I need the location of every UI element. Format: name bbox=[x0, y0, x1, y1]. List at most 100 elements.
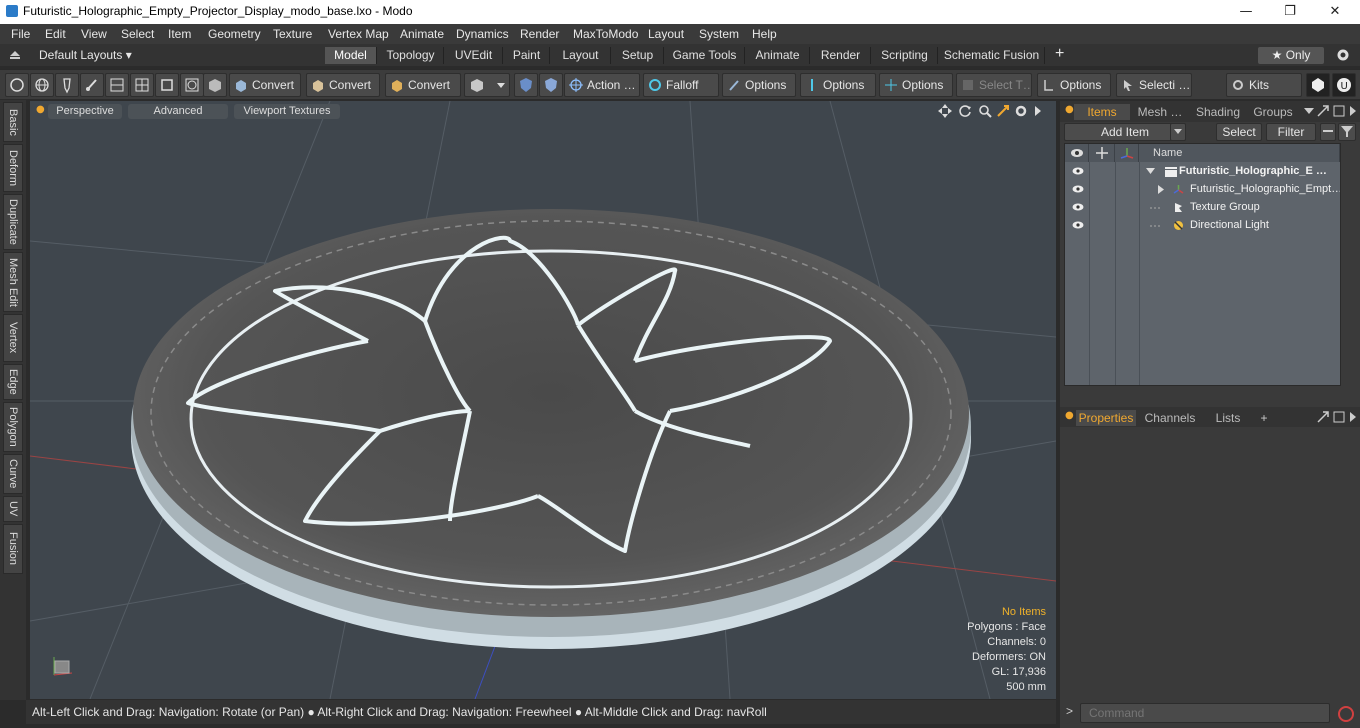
tab-schematic-fusion[interactable]: Schematic Fusion bbox=[939, 47, 1045, 64]
panel-menu-icon[interactable] bbox=[1303, 105, 1315, 117]
menu-render[interactable]: Render bbox=[520, 27, 559, 41]
shield-icon[interactable] bbox=[514, 73, 538, 97]
viewport-settings-gear-icon[interactable] bbox=[1014, 104, 1028, 118]
layout-expand-icon[interactable] bbox=[9, 50, 21, 60]
tab-groups[interactable]: Groups bbox=[1248, 104, 1298, 120]
add-tab-button[interactable]: + bbox=[1258, 410, 1270, 426]
add-layout-tab-button[interactable]: + bbox=[1055, 45, 1064, 63]
tab-mesh[interactable]: Mesh … bbox=[1132, 104, 1188, 120]
menu-item[interactable]: Item bbox=[168, 27, 191, 41]
tab-game-tools[interactable]: Game Tools bbox=[665, 47, 745, 64]
tab-uvedit[interactable]: UVEdit bbox=[445, 47, 503, 64]
unity-icon[interactable] bbox=[1306, 73, 1330, 97]
tab-items[interactable]: Items bbox=[1074, 104, 1130, 120]
tab-basic[interactable]: Basic bbox=[3, 102, 23, 142]
convert-button-3[interactable]: Convert bbox=[385, 73, 461, 97]
menu-select[interactable]: Select bbox=[121, 27, 154, 41]
tab-channels[interactable]: Channels bbox=[1140, 410, 1200, 426]
close-button[interactable]: ✕ bbox=[1313, 2, 1357, 22]
menu-layout[interactable]: Layout bbox=[648, 27, 684, 41]
maximize-panel-icon[interactable] bbox=[1316, 410, 1330, 424]
item-row-texture-group[interactable]: Texture Group bbox=[1065, 198, 1340, 216]
menu-dynamics[interactable]: Dynamics bbox=[456, 27, 509, 41]
panel-expand-icon[interactable] bbox=[1348, 411, 1358, 423]
filter-button[interactable]: Filter bbox=[1266, 123, 1316, 141]
menu-view[interactable]: View bbox=[81, 27, 107, 41]
name-column-header[interactable]: Name bbox=[1139, 144, 1340, 162]
maximize-button[interactable]: ❐ bbox=[1268, 2, 1312, 22]
options-button-4[interactable]: Options bbox=[1037, 73, 1111, 97]
eye-icon[interactable] bbox=[1072, 166, 1084, 176]
menu-system[interactable]: System bbox=[699, 27, 739, 41]
viewport-textures-tab[interactable]: Viewport Textures bbox=[234, 104, 340, 119]
viewport-expand-icon[interactable] bbox=[1033, 105, 1043, 117]
tab-model[interactable]: Model bbox=[325, 47, 377, 64]
expand-triangle-icon[interactable] bbox=[1156, 184, 1167, 195]
menu-geometry[interactable]: Geometry bbox=[208, 27, 261, 41]
default-layouts-dropdown[interactable]: Default Layouts ▾ bbox=[39, 48, 132, 62]
shield-icon-2[interactable] bbox=[539, 73, 563, 97]
perspective-tab[interactable]: Perspective bbox=[48, 104, 122, 119]
tab-lists[interactable]: Lists bbox=[1204, 410, 1252, 426]
options-button-1[interactable]: Options bbox=[722, 73, 796, 97]
lock-column-header[interactable] bbox=[1089, 144, 1115, 162]
circle-select-button[interactable] bbox=[5, 73, 29, 97]
tab-duplicate[interactable]: Duplicate bbox=[3, 194, 23, 250]
advanced-tab[interactable]: Advanced bbox=[128, 104, 228, 119]
type-column-header[interactable] bbox=[1115, 144, 1139, 162]
fit-view-icon[interactable] bbox=[996, 104, 1010, 118]
select-through-button[interactable]: Select T… bbox=[956, 73, 1032, 97]
item-row-scene[interactable]: Futuristic_Holographic_E … bbox=[1065, 162, 1340, 180]
undock-panel-icon[interactable] bbox=[1332, 410, 1346, 424]
only-toggle[interactable]: ★ Only bbox=[1258, 47, 1324, 64]
command-input[interactable] bbox=[1080, 703, 1330, 723]
tab-mesh-edit[interactable]: Mesh Edit bbox=[3, 252, 23, 312]
tab-uv[interactable]: UV bbox=[3, 496, 23, 522]
tab-fusion[interactable]: Fusion bbox=[3, 524, 23, 574]
add-item-dropdown[interactable] bbox=[1170, 123, 1186, 141]
tab-topology[interactable]: Topology bbox=[378, 47, 444, 64]
rotate-view-icon[interactable] bbox=[958, 104, 972, 118]
action-center-button[interactable]: Action … bbox=[564, 73, 640, 97]
sphere-icon[interactable] bbox=[30, 73, 54, 97]
kits-button[interactable]: Kits bbox=[1226, 73, 1302, 97]
menu-edit[interactable]: Edit bbox=[45, 27, 66, 41]
material-mode-icon[interactable] bbox=[203, 73, 227, 97]
funnel-icon[interactable] bbox=[1338, 123, 1356, 141]
menu-vertex-map[interactable]: Vertex Map bbox=[328, 27, 389, 41]
eye-icon[interactable] bbox=[1072, 184, 1084, 194]
menu-file[interactable]: File bbox=[11, 27, 30, 41]
menu-help[interactable]: Help bbox=[752, 27, 777, 41]
tab-scripting[interactable]: Scripting bbox=[872, 47, 938, 64]
tab-render[interactable]: Render bbox=[811, 47, 871, 64]
grid-icon[interactable] bbox=[130, 73, 154, 97]
tab-paint[interactable]: Paint bbox=[504, 47, 550, 64]
minimize-button[interactable]: — bbox=[1224, 2, 1268, 22]
tab-animate[interactable]: Animate bbox=[746, 47, 810, 64]
collapse-triangle-icon[interactable] bbox=[1145, 166, 1156, 177]
item-list[interactable]: Name Futuristic_Holographic_E … Futurist… bbox=[1064, 143, 1341, 386]
eye-icon[interactable] bbox=[1072, 220, 1084, 230]
item-row-mesh[interactable]: Futuristic_Holographic_Empt… bbox=[1065, 180, 1340, 198]
zoom-view-icon[interactable] bbox=[978, 104, 992, 118]
options-button-3[interactable]: Options bbox=[879, 73, 953, 97]
item-row-directional-light[interactable]: Directional Light bbox=[1065, 216, 1340, 234]
move-view-icon[interactable] bbox=[938, 104, 952, 118]
component-dropdown[interactable] bbox=[464, 73, 510, 97]
tab-polygon[interactable]: Polygon bbox=[3, 402, 23, 452]
tab-deform[interactable]: Deform bbox=[3, 144, 23, 192]
gear-icon[interactable] bbox=[1336, 48, 1350, 62]
viewport-scene[interactable] bbox=[30, 101, 1056, 699]
pen-icon[interactable] bbox=[55, 73, 79, 97]
options-button-2[interactable]: Options bbox=[800, 73, 876, 97]
visibility-column-header[interactable] bbox=[1065, 144, 1089, 162]
convert-button-1[interactable]: Convert bbox=[229, 73, 301, 97]
polygon-mode-icon[interactable] bbox=[155, 73, 179, 97]
menu-maxtomodo[interactable]: MaxToModo bbox=[573, 27, 638, 41]
brush-icon[interactable] bbox=[80, 73, 104, 97]
tab-edge[interactable]: Edge bbox=[3, 364, 23, 400]
item-mode-icon[interactable] bbox=[180, 73, 204, 97]
tab-shading[interactable]: Shading bbox=[1190, 104, 1246, 120]
undock-panel-icon[interactable] bbox=[1332, 104, 1346, 118]
tab-setup[interactable]: Setup bbox=[612, 47, 664, 64]
